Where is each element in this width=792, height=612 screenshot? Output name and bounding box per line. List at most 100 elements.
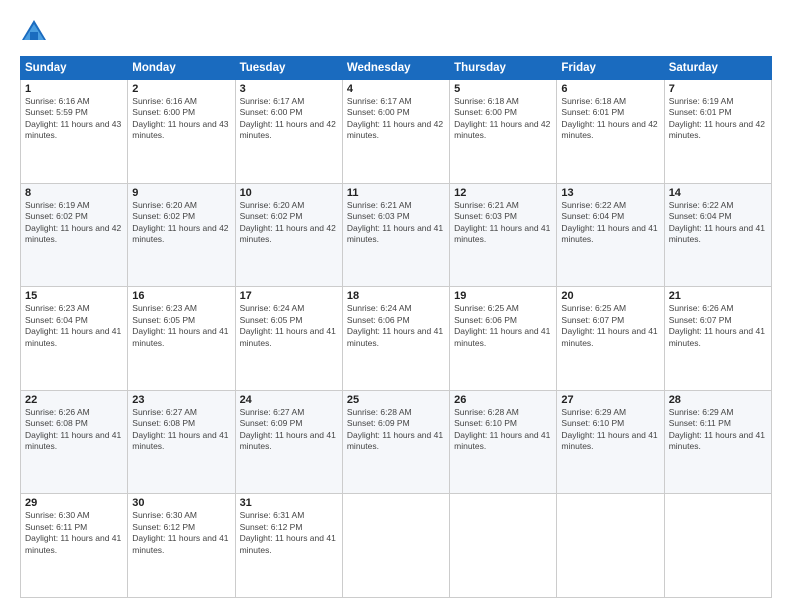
day-number: 12 <box>454 187 552 199</box>
calendar-cell: 29Sunrise: 6:30 AMSunset: 6:11 PMDayligh… <box>21 494 128 598</box>
calendar-cell: 6Sunrise: 6:18 AMSunset: 6:01 PMDaylight… <box>557 80 664 184</box>
calendar-cell: 4Sunrise: 6:17 AMSunset: 6:00 PMDaylight… <box>342 80 449 184</box>
day-number: 6 <box>561 83 659 95</box>
day-number: 8 <box>25 187 123 199</box>
day-content: Sunrise: 6:19 AMSunset: 6:02 PMDaylight:… <box>25 200 123 246</box>
day-content: Sunrise: 6:18 AMSunset: 6:01 PMDaylight:… <box>561 96 659 142</box>
calendar-cell: 17Sunrise: 6:24 AMSunset: 6:05 PMDayligh… <box>235 287 342 391</box>
calendar-cell: 28Sunrise: 6:29 AMSunset: 6:11 PMDayligh… <box>664 390 771 494</box>
calendar-week-3: 15Sunrise: 6:23 AMSunset: 6:04 PMDayligh… <box>21 287 772 391</box>
day-number: 26 <box>454 394 552 406</box>
day-content: Sunrise: 6:21 AMSunset: 6:03 PMDaylight:… <box>454 200 552 246</box>
day-content: Sunrise: 6:25 AMSunset: 6:06 PMDaylight:… <box>454 303 552 349</box>
day-content: Sunrise: 6:24 AMSunset: 6:06 PMDaylight:… <box>347 303 445 349</box>
day-content: Sunrise: 6:24 AMSunset: 6:05 PMDaylight:… <box>240 303 338 349</box>
day-number: 1 <box>25 83 123 95</box>
day-content: Sunrise: 6:22 AMSunset: 6:04 PMDaylight:… <box>561 200 659 246</box>
logo <box>20 18 54 46</box>
day-content: Sunrise: 6:30 AMSunset: 6:12 PMDaylight:… <box>132 510 230 556</box>
day-content: Sunrise: 6:26 AMSunset: 6:07 PMDaylight:… <box>669 303 767 349</box>
calendar-cell: 19Sunrise: 6:25 AMSunset: 6:06 PMDayligh… <box>450 287 557 391</box>
day-content: Sunrise: 6:25 AMSunset: 6:07 PMDaylight:… <box>561 303 659 349</box>
day-content: Sunrise: 6:17 AMSunset: 6:00 PMDaylight:… <box>240 96 338 142</box>
calendar-cell <box>557 494 664 598</box>
calendar-cell: 14Sunrise: 6:22 AMSunset: 6:04 PMDayligh… <box>664 183 771 287</box>
calendar-cell: 15Sunrise: 6:23 AMSunset: 6:04 PMDayligh… <box>21 287 128 391</box>
calendar-week-4: 22Sunrise: 6:26 AMSunset: 6:08 PMDayligh… <box>21 390 772 494</box>
calendar-week-1: 1Sunrise: 6:16 AMSunset: 5:59 PMDaylight… <box>21 80 772 184</box>
day-number: 15 <box>25 290 123 302</box>
day-content: Sunrise: 6:29 AMSunset: 6:10 PMDaylight:… <box>561 407 659 453</box>
day-content: Sunrise: 6:19 AMSunset: 6:01 PMDaylight:… <box>669 96 767 142</box>
calendar-cell: 26Sunrise: 6:28 AMSunset: 6:10 PMDayligh… <box>450 390 557 494</box>
calendar-header-sunday: Sunday <box>21 57 128 80</box>
day-content: Sunrise: 6:31 AMSunset: 6:12 PMDaylight:… <box>240 510 338 556</box>
calendar-cell <box>664 494 771 598</box>
day-number: 21 <box>669 290 767 302</box>
calendar-cell: 21Sunrise: 6:26 AMSunset: 6:07 PMDayligh… <box>664 287 771 391</box>
day-content: Sunrise: 6:20 AMSunset: 6:02 PMDaylight:… <box>240 200 338 246</box>
day-content: Sunrise: 6:23 AMSunset: 6:04 PMDaylight:… <box>25 303 123 349</box>
day-content: Sunrise: 6:29 AMSunset: 6:11 PMDaylight:… <box>669 407 767 453</box>
day-number: 19 <box>454 290 552 302</box>
calendar-header-tuesday: Tuesday <box>235 57 342 80</box>
day-number: 5 <box>454 83 552 95</box>
calendar-cell: 8Sunrise: 6:19 AMSunset: 6:02 PMDaylight… <box>21 183 128 287</box>
day-number: 16 <box>132 290 230 302</box>
calendar-table: SundayMondayTuesdayWednesdayThursdayFrid… <box>20 56 772 598</box>
calendar-cell: 25Sunrise: 6:28 AMSunset: 6:09 PMDayligh… <box>342 390 449 494</box>
calendar-header-wednesday: Wednesday <box>342 57 449 80</box>
day-content: Sunrise: 6:23 AMSunset: 6:05 PMDaylight:… <box>132 303 230 349</box>
day-content: Sunrise: 6:27 AMSunset: 6:08 PMDaylight:… <box>132 407 230 453</box>
logo-icon <box>20 18 48 46</box>
calendar-week-5: 29Sunrise: 6:30 AMSunset: 6:11 PMDayligh… <box>21 494 772 598</box>
calendar-cell: 7Sunrise: 6:19 AMSunset: 6:01 PMDaylight… <box>664 80 771 184</box>
day-number: 29 <box>25 497 123 509</box>
day-number: 10 <box>240 187 338 199</box>
calendar-cell: 20Sunrise: 6:25 AMSunset: 6:07 PMDayligh… <box>557 287 664 391</box>
calendar-cell: 22Sunrise: 6:26 AMSunset: 6:08 PMDayligh… <box>21 390 128 494</box>
day-content: Sunrise: 6:18 AMSunset: 6:00 PMDaylight:… <box>454 96 552 142</box>
day-content: Sunrise: 6:26 AMSunset: 6:08 PMDaylight:… <box>25 407 123 453</box>
day-content: Sunrise: 6:20 AMSunset: 6:02 PMDaylight:… <box>132 200 230 246</box>
calendar-cell: 16Sunrise: 6:23 AMSunset: 6:05 PMDayligh… <box>128 287 235 391</box>
calendar-cell: 11Sunrise: 6:21 AMSunset: 6:03 PMDayligh… <box>342 183 449 287</box>
day-number: 31 <box>240 497 338 509</box>
day-content: Sunrise: 6:28 AMSunset: 6:09 PMDaylight:… <box>347 407 445 453</box>
day-content: Sunrise: 6:17 AMSunset: 6:00 PMDaylight:… <box>347 96 445 142</box>
day-content: Sunrise: 6:21 AMSunset: 6:03 PMDaylight:… <box>347 200 445 246</box>
day-number: 4 <box>347 83 445 95</box>
day-content: Sunrise: 6:16 AMSunset: 5:59 PMDaylight:… <box>25 96 123 142</box>
calendar-cell <box>450 494 557 598</box>
day-number: 25 <box>347 394 445 406</box>
day-number: 23 <box>132 394 230 406</box>
day-number: 20 <box>561 290 659 302</box>
calendar-cell: 1Sunrise: 6:16 AMSunset: 5:59 PMDaylight… <box>21 80 128 184</box>
calendar-header-row: SundayMondayTuesdayWednesdayThursdayFrid… <box>21 57 772 80</box>
calendar-cell: 2Sunrise: 6:16 AMSunset: 6:00 PMDaylight… <box>128 80 235 184</box>
day-number: 7 <box>669 83 767 95</box>
calendar-week-2: 8Sunrise: 6:19 AMSunset: 6:02 PMDaylight… <box>21 183 772 287</box>
calendar-cell: 27Sunrise: 6:29 AMSunset: 6:10 PMDayligh… <box>557 390 664 494</box>
calendar-header-thursday: Thursday <box>450 57 557 80</box>
day-number: 24 <box>240 394 338 406</box>
calendar-cell: 23Sunrise: 6:27 AMSunset: 6:08 PMDayligh… <box>128 390 235 494</box>
calendar-cell: 31Sunrise: 6:31 AMSunset: 6:12 PMDayligh… <box>235 494 342 598</box>
day-number: 11 <box>347 187 445 199</box>
day-number: 9 <box>132 187 230 199</box>
day-number: 14 <box>669 187 767 199</box>
calendar-header-saturday: Saturday <box>664 57 771 80</box>
day-content: Sunrise: 6:27 AMSunset: 6:09 PMDaylight:… <box>240 407 338 453</box>
calendar-cell: 13Sunrise: 6:22 AMSunset: 6:04 PMDayligh… <box>557 183 664 287</box>
day-number: 3 <box>240 83 338 95</box>
calendar-cell: 12Sunrise: 6:21 AMSunset: 6:03 PMDayligh… <box>450 183 557 287</box>
calendar-cell: 3Sunrise: 6:17 AMSunset: 6:00 PMDaylight… <box>235 80 342 184</box>
calendar-cell: 18Sunrise: 6:24 AMSunset: 6:06 PMDayligh… <box>342 287 449 391</box>
day-number: 13 <box>561 187 659 199</box>
day-number: 18 <box>347 290 445 302</box>
calendar-header-monday: Monday <box>128 57 235 80</box>
calendar-cell: 10Sunrise: 6:20 AMSunset: 6:02 PMDayligh… <box>235 183 342 287</box>
header <box>20 18 772 46</box>
day-number: 27 <box>561 394 659 406</box>
day-content: Sunrise: 6:22 AMSunset: 6:04 PMDaylight:… <box>669 200 767 246</box>
